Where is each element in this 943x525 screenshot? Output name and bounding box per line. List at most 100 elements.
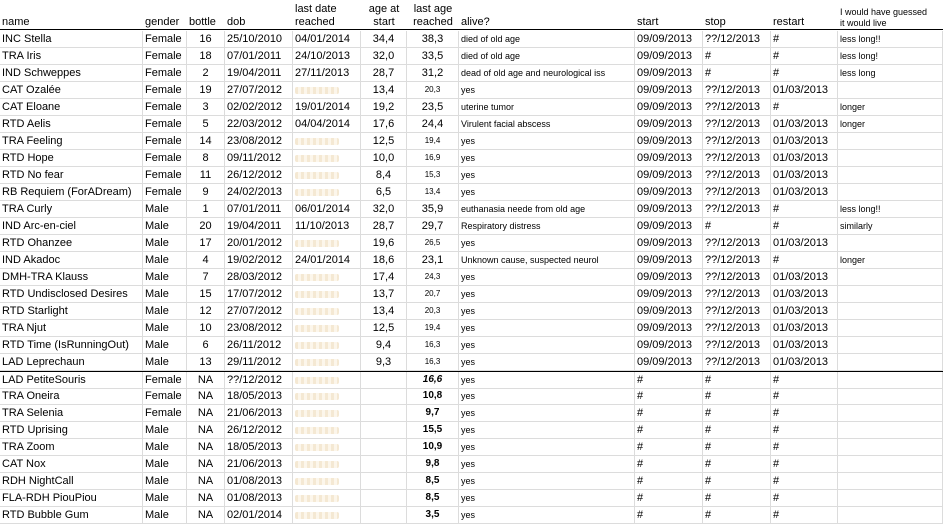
cell-restart[interactable]: # xyxy=(771,99,838,116)
cell-dob[interactable]: 01/08/2013 xyxy=(225,490,293,507)
cell-age-start[interactable]: 9,4 xyxy=(361,337,407,354)
cell-alive[interactable]: yes xyxy=(459,337,635,354)
cell-alive[interactable]: yes xyxy=(459,456,635,473)
cell-last-date[interactable] xyxy=(293,490,361,507)
cell-last-date[interactable] xyxy=(293,150,361,167)
cell-last-age[interactable]: 9,8 xyxy=(407,456,459,473)
cell-stop[interactable]: # xyxy=(703,456,771,473)
cell-alive[interactable]: dead of old age and neurological iss xyxy=(459,65,635,82)
cell-bottle[interactable]: 4 xyxy=(187,252,225,269)
cell-restart[interactable]: 01/03/2013 xyxy=(771,116,838,133)
cell-age-start[interactable] xyxy=(361,405,407,422)
cell-bottle[interactable]: NA xyxy=(187,405,225,422)
cell-last-age[interactable]: 24,4 xyxy=(407,116,459,133)
cell-bottle[interactable]: 13 xyxy=(187,354,225,371)
cell-age-start[interactable]: 32,0 xyxy=(361,201,407,218)
cell-last-date[interactable]: 06/01/2014 xyxy=(293,201,361,218)
cell-dob[interactable]: 02/02/2012 xyxy=(225,99,293,116)
cell-gender[interactable]: Male xyxy=(143,507,187,524)
cell-gender[interactable]: Female xyxy=(143,99,187,116)
cell-gender[interactable]: Male xyxy=(143,456,187,473)
cell-start[interactable]: 09/09/2013 xyxy=(635,150,703,167)
cell-name[interactable]: TRA Oneira xyxy=(0,388,143,405)
cell-age-start[interactable]: 18,6 xyxy=(361,252,407,269)
cell-name[interactable]: TRA Njut xyxy=(0,320,143,337)
cell-name[interactable]: IND Schweppes xyxy=(0,65,143,82)
cell-guess[interactable] xyxy=(838,82,943,99)
cell-last-date[interactable] xyxy=(293,507,361,524)
cell-guess[interactable] xyxy=(838,320,943,337)
cell-start[interactable]: 09/09/2013 xyxy=(635,31,703,48)
cell-last-date[interactable] xyxy=(293,422,361,439)
cell-start[interactable]: 09/09/2013 xyxy=(635,99,703,116)
cell-dob[interactable]: 19/04/2011 xyxy=(225,65,293,82)
cell-name[interactable]: DMH-TRA Klauss xyxy=(0,269,143,286)
cell-name[interactable]: IND Akadoc xyxy=(0,252,143,269)
cell-name[interactable]: RTD Hope xyxy=(0,150,143,167)
cell-dob[interactable]: 20/01/2012 xyxy=(225,235,293,252)
cell-last-date[interactable]: 24/10/2013 xyxy=(293,48,361,65)
cell-bottle[interactable]: NA xyxy=(187,439,225,456)
cell-alive[interactable]: uterine tumor xyxy=(459,99,635,116)
cell-last-age[interactable]: 15,5 xyxy=(407,422,459,439)
cell-name[interactable]: RTD Time (IsRunningOut) xyxy=(0,337,143,354)
cell-alive[interactable]: yes xyxy=(459,167,635,184)
cell-last-date[interactable] xyxy=(293,286,361,303)
cell-bottle[interactable]: 18 xyxy=(187,48,225,65)
cell-guess[interactable]: longer xyxy=(838,252,943,269)
cell-start[interactable]: 09/09/2013 xyxy=(635,269,703,286)
cell-last-date[interactable] xyxy=(293,167,361,184)
cell-guess[interactable] xyxy=(838,354,943,371)
cell-guess[interactable] xyxy=(838,303,943,320)
cell-stop[interactable]: ??/12/2013 xyxy=(703,252,771,269)
cell-bottle[interactable]: 10 xyxy=(187,320,225,337)
cell-stop[interactable]: ??/12/2013 xyxy=(703,269,771,286)
cell-last-date[interactable] xyxy=(293,354,361,371)
cell-alive[interactable]: yes xyxy=(459,133,635,150)
cell-stop[interactable]: ??/12/2013 xyxy=(703,354,771,371)
cell-name[interactable]: RTD No fear xyxy=(0,167,143,184)
cell-last-date[interactable] xyxy=(293,473,361,490)
cell-stop[interactable]: ??/12/2013 xyxy=(703,303,771,320)
cell-last-date[interactable] xyxy=(293,388,361,405)
cell-name[interactable]: IND Arc-en-ciel xyxy=(0,218,143,235)
cell-stop[interactable]: ??/12/2013 xyxy=(703,150,771,167)
cell-alive[interactable]: yes xyxy=(459,507,635,524)
cell-gender[interactable]: Female xyxy=(143,116,187,133)
cell-gender[interactable]: Female xyxy=(143,31,187,48)
cell-bottle[interactable]: 3 xyxy=(187,99,225,116)
cell-alive[interactable]: died of old age xyxy=(459,48,635,65)
cell-bottle[interactable]: 19 xyxy=(187,82,225,99)
cell-bottle[interactable]: NA xyxy=(187,388,225,405)
cell-dob[interactable]: 18/05/2013 xyxy=(225,439,293,456)
cell-restart[interactable]: # xyxy=(771,48,838,65)
cell-start[interactable]: # xyxy=(635,456,703,473)
cell-alive[interactable]: yes xyxy=(459,354,635,371)
cell-last-age[interactable]: 16,3 xyxy=(407,337,459,354)
cell-gender[interactable]: Male xyxy=(143,337,187,354)
cell-start[interactable]: 09/09/2013 xyxy=(635,167,703,184)
cell-last-age[interactable]: 8,5 xyxy=(407,473,459,490)
cell-restart[interactable]: # xyxy=(771,490,838,507)
cell-gender[interactable]: Male xyxy=(143,218,187,235)
cell-alive[interactable]: yes xyxy=(459,372,635,389)
cell-bottle[interactable]: NA xyxy=(187,372,225,389)
cell-stop[interactable]: ??/12/2013 xyxy=(703,31,771,48)
cell-gender[interactable]: Male xyxy=(143,354,187,371)
cell-start[interactable]: 09/09/2013 xyxy=(635,184,703,201)
cell-alive[interactable]: yes xyxy=(459,150,635,167)
cell-last-age[interactable]: 23,1 xyxy=(407,252,459,269)
cell-name[interactable]: RTD Uprising xyxy=(0,422,143,439)
cell-alive[interactable]: died of old age xyxy=(459,31,635,48)
cell-last-age[interactable]: 35,9 xyxy=(407,201,459,218)
cell-bottle[interactable]: NA xyxy=(187,490,225,507)
cell-bottle[interactable]: 15 xyxy=(187,286,225,303)
cell-bottle[interactable]: 17 xyxy=(187,235,225,252)
cell-last-date[interactable] xyxy=(293,184,361,201)
cell-bottle[interactable]: 11 xyxy=(187,167,225,184)
cell-gender[interactable]: Male xyxy=(143,439,187,456)
cell-gender[interactable]: Female xyxy=(143,184,187,201)
cell-age-start[interactable]: 34,4 xyxy=(361,31,407,48)
cell-stop[interactable]: # xyxy=(703,422,771,439)
cell-gender[interactable]: Male xyxy=(143,320,187,337)
